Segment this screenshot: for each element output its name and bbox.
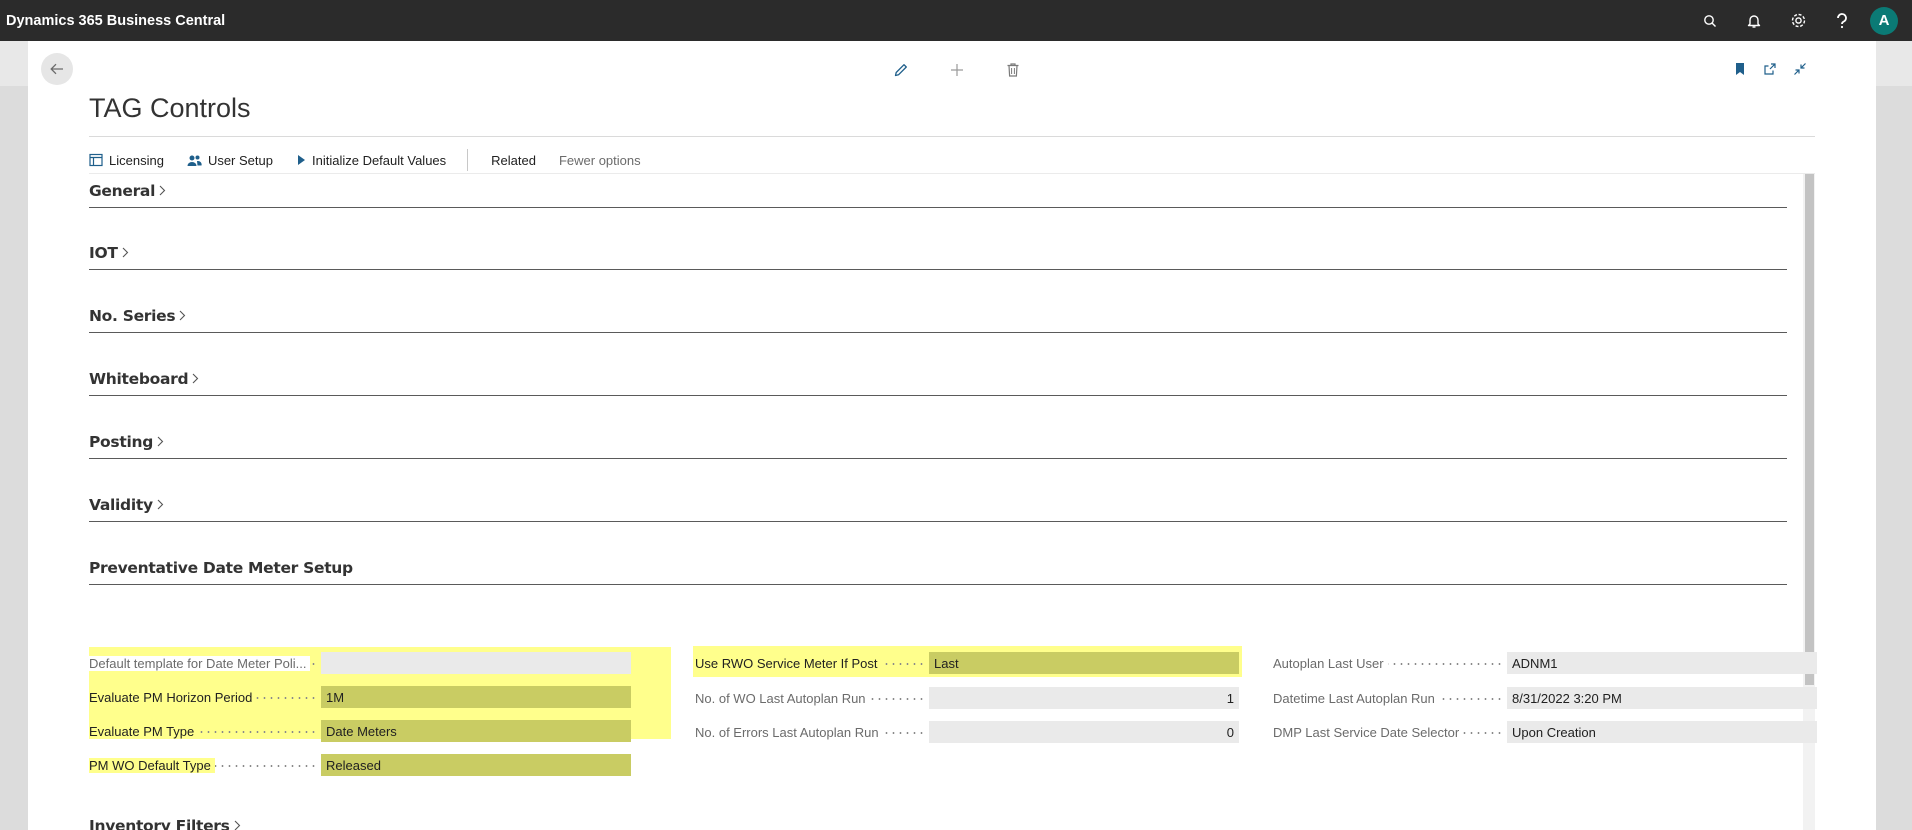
play-icon: [297, 155, 305, 165]
edit-icon[interactable]: [890, 59, 912, 81]
field-input[interactable]: Date Meters: [321, 720, 631, 742]
field-input[interactable]: 0: [929, 721, 1239, 743]
field-evaluate-pm-horizon-period: Evaluate PM Horizon Period 1M: [89, 684, 631, 710]
field-input[interactable]: 8/31/2022 3:20 PM: [1507, 687, 1817, 709]
bell-icon[interactable]: [1732, 0, 1776, 41]
field-no-of-errors-last-autoplan-run: No. of Errors Last Autoplan Run 0: [695, 719, 1239, 745]
left-gutter: [0, 41, 28, 830]
field-input[interactable]: 1M: [321, 686, 631, 708]
section-general[interactable]: General: [89, 174, 1787, 208]
section-title: Whiteboard: [89, 369, 189, 388]
field-input[interactable]: Last: [929, 652, 1239, 674]
field-autoplan-last-user: Autoplan Last User ADNM1: [1273, 650, 1817, 676]
field-label: Default template for Date Meter Poli...: [89, 655, 311, 671]
section-title: General: [89, 181, 156, 200]
open-new-window-icon[interactable]: [1760, 59, 1780, 79]
action-bar: Licensing User Setup Initialize Default …: [89, 144, 664, 176]
section-title: Inventory Filters: [89, 816, 230, 830]
collapse-icon[interactable]: [1790, 59, 1810, 79]
section-iot[interactable]: IOT: [89, 236, 1787, 270]
action-separator: [467, 149, 469, 171]
search-icon[interactable]: [1688, 0, 1732, 41]
field-input[interactable]: Released: [321, 754, 631, 776]
app-brand[interactable]: Dynamics 365 Business Central: [0, 13, 225, 29]
plus-icon[interactable]: [946, 59, 968, 81]
licensing-icon: [89, 153, 103, 167]
section-title: No. Series: [89, 306, 176, 325]
chevron-right-icon: [234, 820, 241, 830]
page-top-actions: [890, 59, 1024, 81]
title-divider: [89, 136, 1815, 137]
field-label: Evaluate PM Horizon Period: [89, 689, 257, 705]
arrow-left-icon: [50, 63, 63, 75]
chevron-right-icon: [179, 310, 186, 321]
licensing-button[interactable]: Licensing: [89, 153, 164, 168]
field-input[interactable]: [321, 652, 631, 674]
field-label: No. of WO Last Autoplan Run: [695, 690, 870, 706]
field-label: Autoplan Last User: [1273, 655, 1388, 671]
field-evaluate-pm-type: Evaluate PM Type Date Meters: [89, 718, 631, 744]
field-label: DMP Last Service Date Selector: [1273, 724, 1464, 740]
section-title: Validity: [89, 495, 153, 514]
field-label: Use RWO Service Meter If Post: [695, 655, 882, 671]
field-use-rwo-service-meter: Use RWO Service Meter If Post Last: [695, 650, 1239, 676]
back-button[interactable]: [41, 53, 73, 85]
app-bar: Dynamics 365 Business Central A: [0, 0, 1912, 41]
section-posting[interactable]: Posting: [89, 425, 1787, 459]
page-right-actions: [1730, 59, 1810, 79]
licensing-label: Licensing: [109, 152, 164, 168]
field-input[interactable]: 1: [929, 687, 1239, 709]
field-no-of-wo-last-autoplan-run: No. of WO Last Autoplan Run 1: [695, 685, 1239, 711]
scrollbar-thumb[interactable]: [1805, 174, 1814, 685]
section-title: Posting: [89, 432, 153, 451]
section-inventory-filters[interactable]: Inventory Filters: [89, 809, 1787, 830]
trash-icon[interactable]: [1002, 59, 1024, 81]
user-setup-label: User Setup: [207, 152, 273, 168]
user-setup-button[interactable]: User Setup: [187, 153, 273, 168]
section-validity[interactable]: Validity: [89, 488, 1787, 522]
related-label: Related: [491, 152, 536, 168]
page-title: TAG Controls: [89, 93, 251, 123]
bookmark-icon[interactable]: [1730, 59, 1750, 79]
field-default-template: Default template for Date Meter Poli...: [89, 650, 631, 676]
field-label: PM WO Default Type: [89, 757, 215, 773]
section-no-series[interactable]: No. Series: [89, 299, 1787, 333]
field-pm-wo-default-type: PM WO Default Type Released: [89, 752, 631, 778]
help-icon[interactable]: [1820, 0, 1864, 41]
field-datetime-last-autoplan-run: Datetime Last Autoplan Run 8/31/2022 3:2…: [1273, 685, 1817, 711]
avatar[interactable]: A: [1870, 6, 1898, 35]
field-label: No. of Errors Last Autoplan Run: [695, 724, 883, 740]
section-whiteboard[interactable]: Whiteboard: [89, 362, 1787, 396]
chevron-right-icon: [159, 185, 166, 196]
chevron-right-icon: [157, 436, 164, 447]
related-menu[interactable]: Related: [491, 153, 536, 168]
chevron-right-icon: [192, 373, 199, 384]
fewer-options-label: Fewer options: [558, 152, 641, 168]
gear-icon[interactable]: [1776, 0, 1820, 41]
users-icon: [187, 155, 202, 166]
section-preventative-date-meter-setup[interactable]: Preventative Date Meter Setup: [89, 551, 1787, 585]
page-card: TAG Controls Licensing User Setup Initia…: [28, 41, 1876, 830]
field-input[interactable]: ADNM1: [1507, 652, 1817, 674]
chevron-right-icon: [122, 247, 129, 258]
section-title: IOT: [89, 243, 118, 262]
field-label: Datetime Last Autoplan Run: [1273, 690, 1439, 706]
initialize-defaults-button[interactable]: Initialize Default Values: [296, 153, 446, 168]
right-gutter: [1876, 41, 1912, 830]
fewer-options-button[interactable]: Fewer options: [559, 153, 641, 168]
chevron-right-icon: [157, 499, 164, 510]
initialize-defaults-label: Initialize Default Values: [311, 152, 447, 168]
field-dmp-last-service-date-selector: DMP Last Service Date Selector Upon Crea…: [1273, 719, 1817, 745]
field-input[interactable]: Upon Creation: [1507, 721, 1817, 743]
field-label: Evaluate PM Type: [89, 723, 199, 739]
section-title: Preventative Date Meter Setup: [89, 558, 353, 577]
